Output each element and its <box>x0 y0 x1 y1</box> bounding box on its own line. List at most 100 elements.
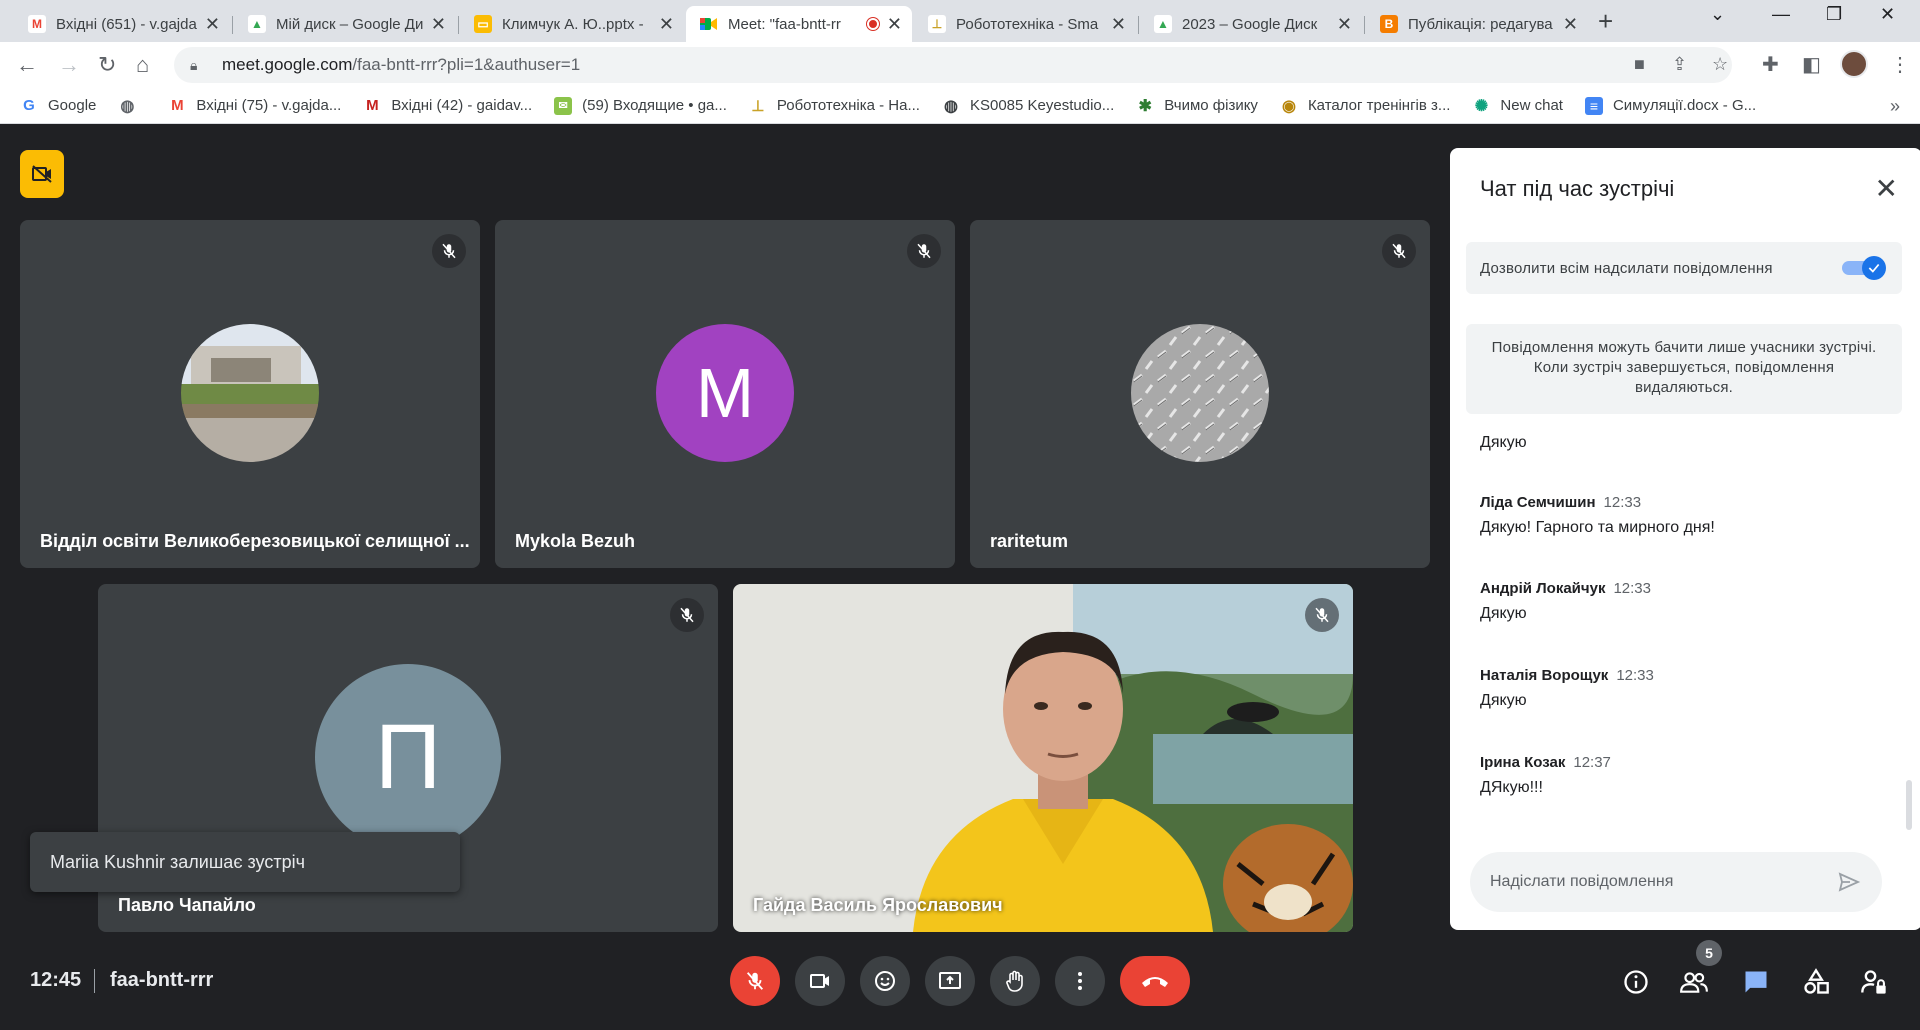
info-icon <box>1624 970 1648 994</box>
chat-scrollbar[interactable] <box>1906 780 1912 830</box>
reload-icon[interactable]: ↻ <box>98 52 116 78</box>
tab-drive-2023[interactable]: ▲ 2023 – Google Диск ✕ <box>1140 6 1362 42</box>
hang-up-icon <box>1142 977 1168 987</box>
mic-off-icon <box>746 972 764 990</box>
message-author: Ліда Семчишин <box>1480 494 1596 511</box>
restore-icon[interactable]: ❐ <box>1826 4 1842 25</box>
no-recording-badge[interactable] <box>20 150 64 198</box>
close-window-icon[interactable]: ✕ <box>1880 4 1895 25</box>
gmail-icon: M <box>363 96 382 115</box>
participant-name: raritetum <box>990 531 1069 551</box>
recording-indicator-icon <box>866 18 879 30</box>
message-header: Андрій Локайчук 12:33 <box>1480 580 1651 597</box>
participant-tile[interactable]: raritetum <box>970 220 1430 568</box>
side-panel-icon[interactable]: ◧ <box>1802 52 1821 77</box>
present-screen-button[interactable] <box>925 956 975 1006</box>
message-author: Ірина Козак <box>1480 754 1566 771</box>
bookmark-robotics[interactable]: ⊥ Робототехніка - На... <box>748 96 920 115</box>
catalog-icon: ◉ <box>1279 96 1298 115</box>
doc-icon: ⊥ <box>748 96 767 115</box>
message-author: Наталія Ворощук <box>1480 667 1609 684</box>
participant-tile[interactable]: M Mykola Bezuh <box>495 220 955 568</box>
more-options-button[interactable] <box>1055 956 1105 1006</box>
close-tab-icon[interactable]: ✕ <box>659 14 674 35</box>
mic-toggle-button[interactable] <box>730 956 780 1006</box>
emoji-icon <box>875 971 895 991</box>
message-item: Андрій Локайчук 12:33 Дякую <box>1480 580 1651 623</box>
tab-my-drive[interactable]: ▲ Мій диск – Google Ди ✕ <box>234 6 456 42</box>
close-chat-icon[interactable]: ✕ <box>1875 172 1898 205</box>
chat-button[interactable] <box>1738 964 1774 1000</box>
tab-robotics-doc[interactable]: ⊥ Робототехніка - Sma ✕ <box>914 6 1136 42</box>
participant-video-tile[interactable]: Гайда Василь Ярославович <box>733 584 1353 932</box>
home-icon[interactable]: ⌂ <box>136 52 149 78</box>
lock-icon[interactable]: 🔒︎ <box>190 57 208 74</box>
close-tab-icon[interactable]: ✕ <box>887 14 902 35</box>
message-item: Дякую <box>1480 434 1527 452</box>
people-icon <box>1680 972 1708 993</box>
participant-video <box>733 584 1353 932</box>
camera-in-use-icon[interactable]: ■ <box>1634 54 1645 75</box>
participant-avatar-letter: П <box>315 664 501 850</box>
bookmark-keyestudio[interactable]: ◍ KS0085 Keyestudio... <box>941 96 1114 115</box>
participant-name: Відділ освіти Великоберезовицької селищн… <box>40 531 470 551</box>
tab-search-icon[interactable]: ⌄ <box>1710 4 1725 25</box>
more-bookmarks-icon[interactable]: » <box>1890 96 1900 117</box>
close-tab-icon[interactable]: ✕ <box>431 14 446 35</box>
slides-icon: ▭ <box>474 15 492 33</box>
tab-meet[interactable]: Meet: "faa-bntt-rr ✕ <box>686 6 912 42</box>
bookmark-mail[interactable]: ✉ (59) Входящие • ga... <box>554 96 727 115</box>
participant-name: Павло Чапайло <box>118 895 256 915</box>
close-tab-icon[interactable]: ✕ <box>1337 14 1352 35</box>
extensions-icon[interactable]: ✚ <box>1762 52 1779 77</box>
allow-messages-toggle[interactable] <box>1842 256 1888 280</box>
participant-name: Mykola Bezuh <box>515 531 636 551</box>
bookmark-gmail-2[interactable]: M Вхідні (42) - gaidav... <box>363 96 532 115</box>
more-vert-icon <box>1078 972 1082 990</box>
address-bar[interactable]: 🔒︎ meet.google.com/faa-bntt-rrr?pli=1&au… <box>174 47 1732 83</box>
minimize-icon[interactable]: — <box>1772 4 1790 25</box>
back-icon[interactable]: ← <box>16 52 38 78</box>
message-input[interactable]: Надіслати повідомлення <box>1470 852 1882 912</box>
meet-icon <box>700 15 718 33</box>
bookmark-globe[interactable]: ◍ <box>118 96 146 115</box>
bookmark-simulations[interactable]: ≡ Симуляції.docx - G... <box>1584 96 1756 115</box>
profile-avatar[interactable] <box>1840 50 1868 78</box>
tab-blogger[interactable]: B Публікація: редагува ✕ <box>1366 6 1588 42</box>
participant-tile[interactable]: Відділ освіти Великоберезовицької селищн… <box>20 220 480 568</box>
new-tab-button[interactable]: + <box>1598 6 1613 37</box>
chat-icon <box>1745 971 1767 993</box>
message-time: 12:33 <box>1603 494 1642 511</box>
raise-hand-button[interactable] <box>990 956 1040 1006</box>
close-tab-icon[interactable]: ✕ <box>205 14 220 35</box>
tab-slides[interactable]: ▭ Климчук А. Ю..pptx - ✕ <box>460 6 684 42</box>
send-icon[interactable] <box>1836 870 1862 899</box>
close-tab-icon[interactable]: ✕ <box>1563 14 1578 35</box>
participant-avatar-photo <box>181 324 319 462</box>
menu-icon[interactable]: ⋮ <box>1890 52 1910 77</box>
reactions-button[interactable] <box>860 956 910 1006</box>
activities-button[interactable] <box>1798 964 1834 1000</box>
bookmark-gmail-1[interactable]: M Вхідні (75) - v.gajda... <box>168 96 341 115</box>
bookmark-new-chat[interactable]: ✺ New chat <box>1472 96 1563 115</box>
tab-strip: M Вхідні (651) - v.gajda@ ✕ ▲ Мій диск –… <box>0 0 1920 42</box>
leave-call-button[interactable] <box>1120 956 1190 1006</box>
forward-icon[interactable]: → <box>58 52 80 78</box>
people-button[interactable] <box>1676 964 1712 1000</box>
message-header: Ліда Семчишин 12:33 <box>1480 494 1715 511</box>
participant-avatar-letter: M <box>656 324 794 462</box>
bookmark-catalog[interactable]: ◉ Каталог тренінгів з... <box>1279 96 1450 115</box>
bookmark-physics[interactable]: ✱ Вчимо фізику <box>1136 96 1258 115</box>
message-input-placeholder: Надіслати повідомлення <box>1490 873 1674 890</box>
mic-off-icon <box>432 234 466 268</box>
drive-icon: ▲ <box>248 15 266 33</box>
bookmark-google[interactable]: G Google <box>20 96 96 115</box>
message-text: Дякую <box>1480 605 1527 622</box>
share-icon[interactable]: ⇪ <box>1672 54 1687 75</box>
host-controls-button[interactable] <box>1856 964 1892 1000</box>
close-tab-icon[interactable]: ✕ <box>1111 14 1126 35</box>
bookmark-star-icon[interactable]: ☆ <box>1712 54 1728 75</box>
camera-toggle-button[interactable] <box>795 956 845 1006</box>
tab-gmail-inbox[interactable]: M Вхідні (651) - v.gajda@ ✕ <box>14 6 230 42</box>
meeting-details-button[interactable] <box>1618 964 1654 1000</box>
